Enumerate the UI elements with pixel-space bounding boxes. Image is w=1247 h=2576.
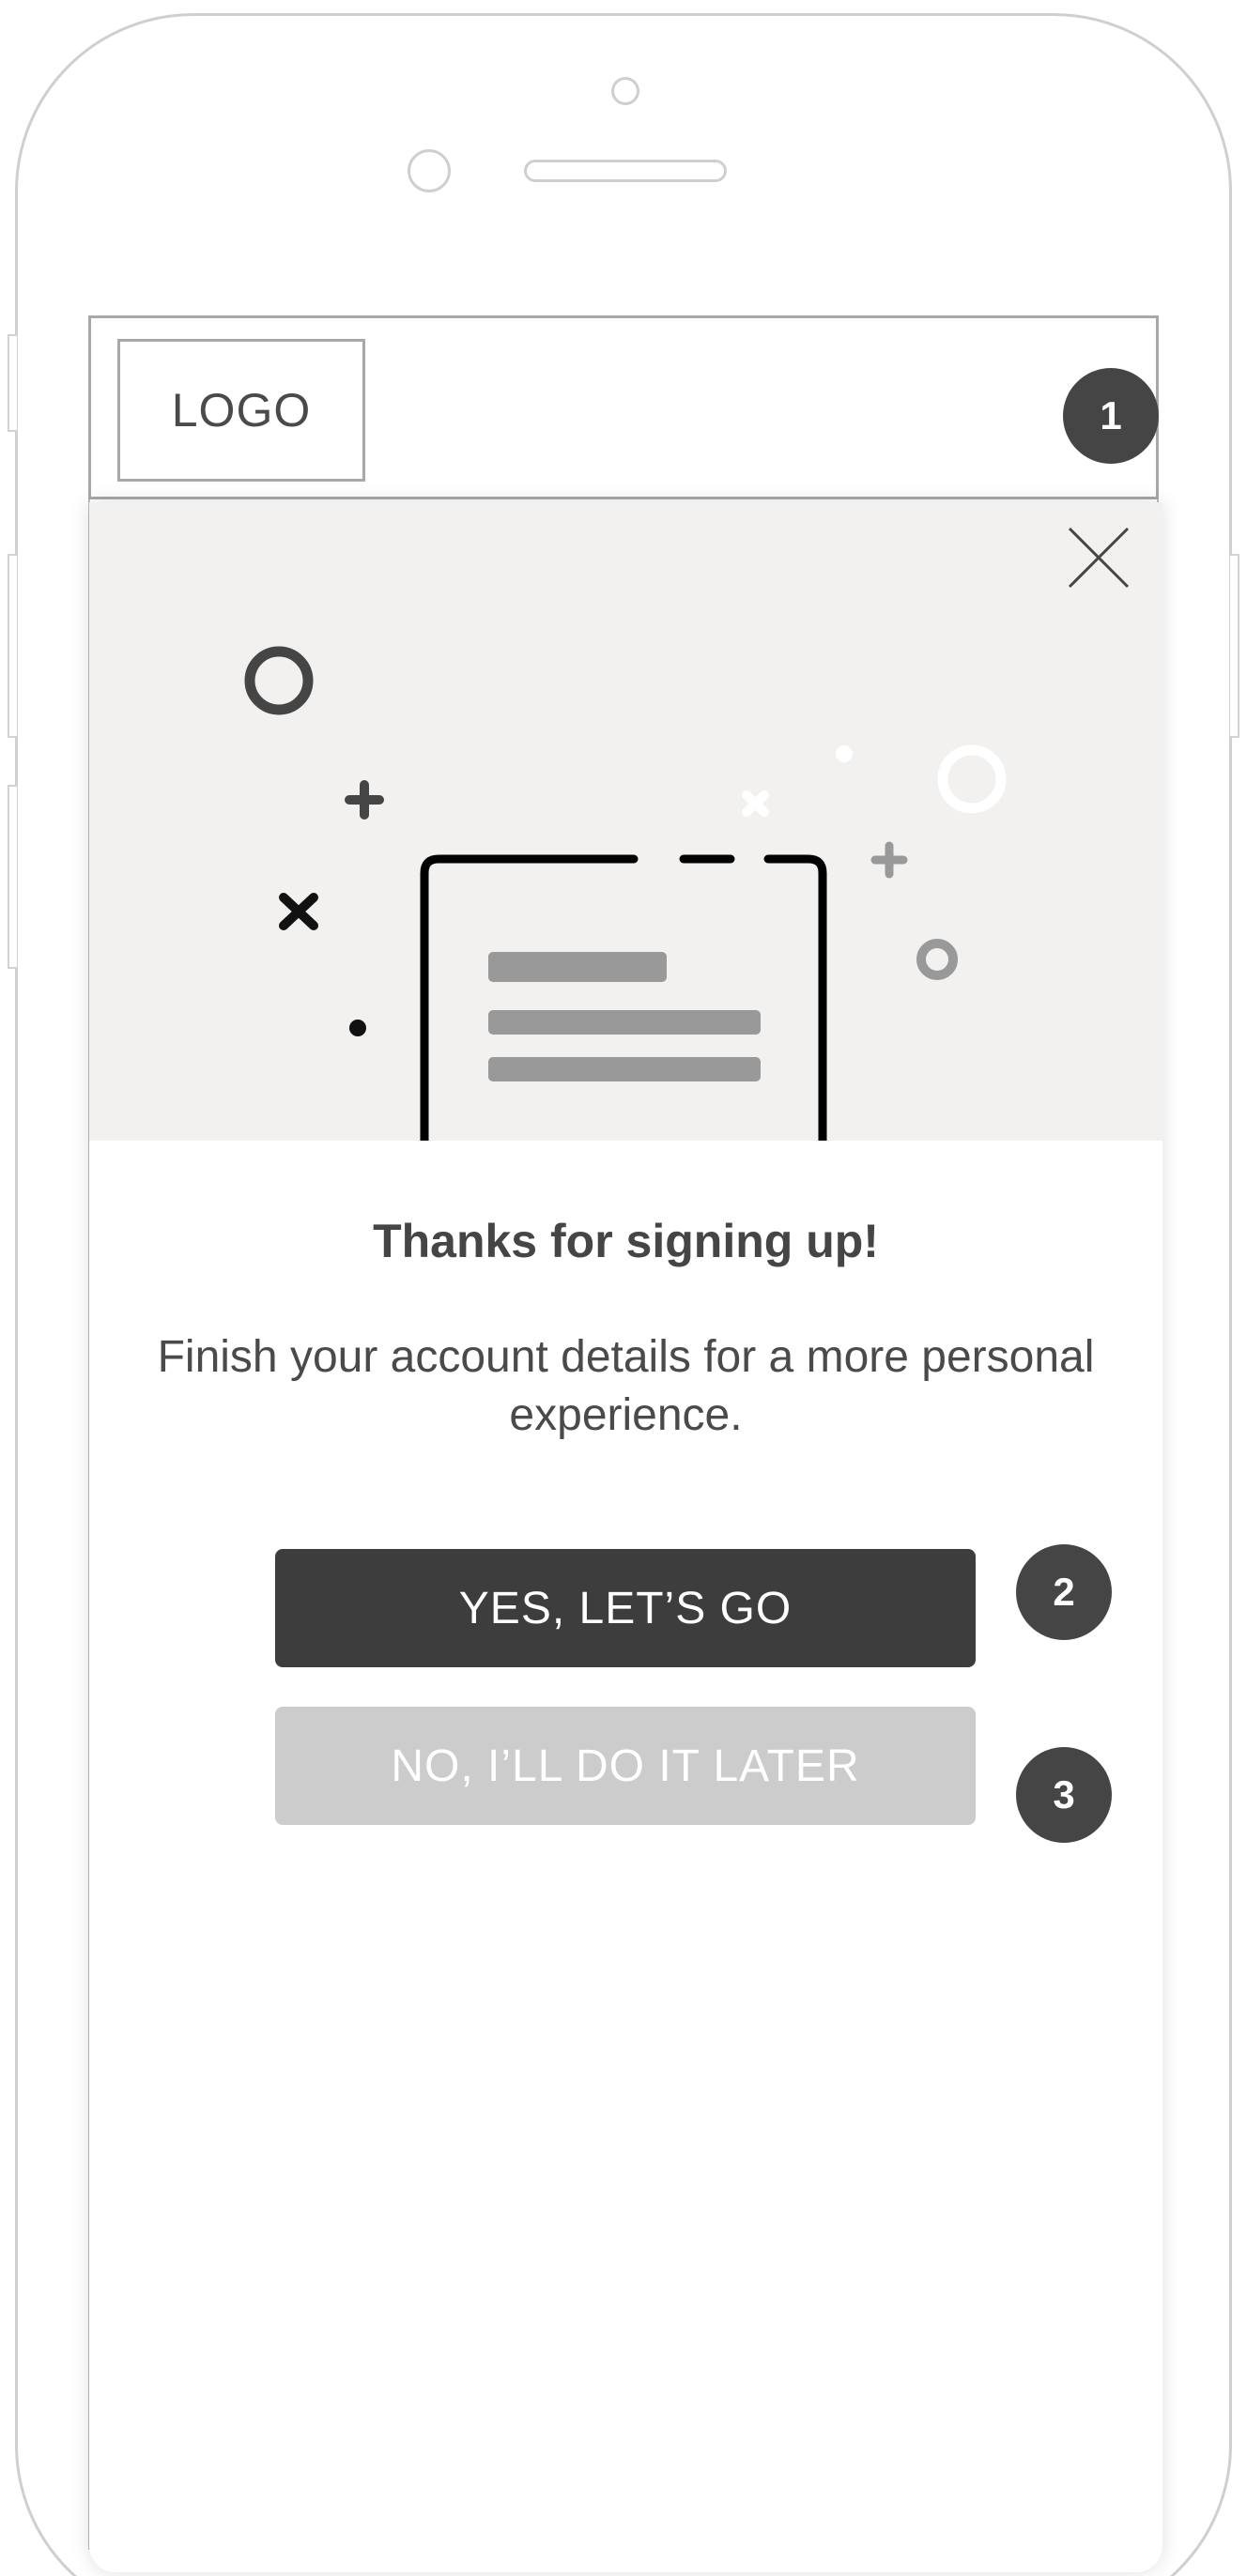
annotation-badge-2: 2	[1016, 1544, 1112, 1640]
modal-message: Finish your account details for a more p…	[157, 1332, 1095, 1440]
wireframe-page: LOGO Thanks for signing up! Finish your …	[0, 0, 1247, 2576]
cross-decoration-icon	[279, 893, 318, 930]
dot-decoration-icon	[349, 1020, 366, 1036]
close-icon	[1068, 527, 1130, 589]
phone-volume-down-button	[8, 785, 17, 969]
dot-decoration-light-icon	[836, 745, 853, 762]
cross-decoration-light-icon	[742, 790, 769, 817]
yes-lets-go-button[interactable]: YES, LET’S GO	[275, 1549, 976, 1667]
app-header: LOGO	[88, 315, 1159, 499]
circle-decoration-light-icon	[937, 744, 1007, 814]
phone-mute-switch	[8, 334, 17, 432]
plus-decoration-icon	[345, 780, 384, 820]
modal-title: Thanks for signing up!	[373, 1215, 879, 1267]
circle-decoration-grey-icon	[916, 939, 958, 980]
phone-speaker	[524, 160, 727, 182]
signup-success-modal: Thanks for signing up! Finish your accou…	[89, 502, 1162, 2572]
document-illustration-icon	[244, 646, 1007, 1141]
close-button[interactable]	[1066, 525, 1132, 590]
phone-sensor	[408, 149, 451, 192]
annotation-badge-3: 3	[1016, 1747, 1112, 1843]
illustration	[89, 502, 1162, 1141]
circle-decoration-icon	[244, 646, 314, 715]
phone-camera	[611, 77, 639, 105]
phone-volume-up-button	[8, 554, 17, 738]
logo[interactable]: LOGO	[117, 339, 365, 482]
plus-decoration-grey-icon	[870, 841, 908, 879]
annotation-badge-1: 1	[1063, 368, 1159, 464]
phone-power-button	[1230, 554, 1239, 738]
do-it-later-button[interactable]: NO, I’LL DO IT LATER	[275, 1707, 976, 1825]
